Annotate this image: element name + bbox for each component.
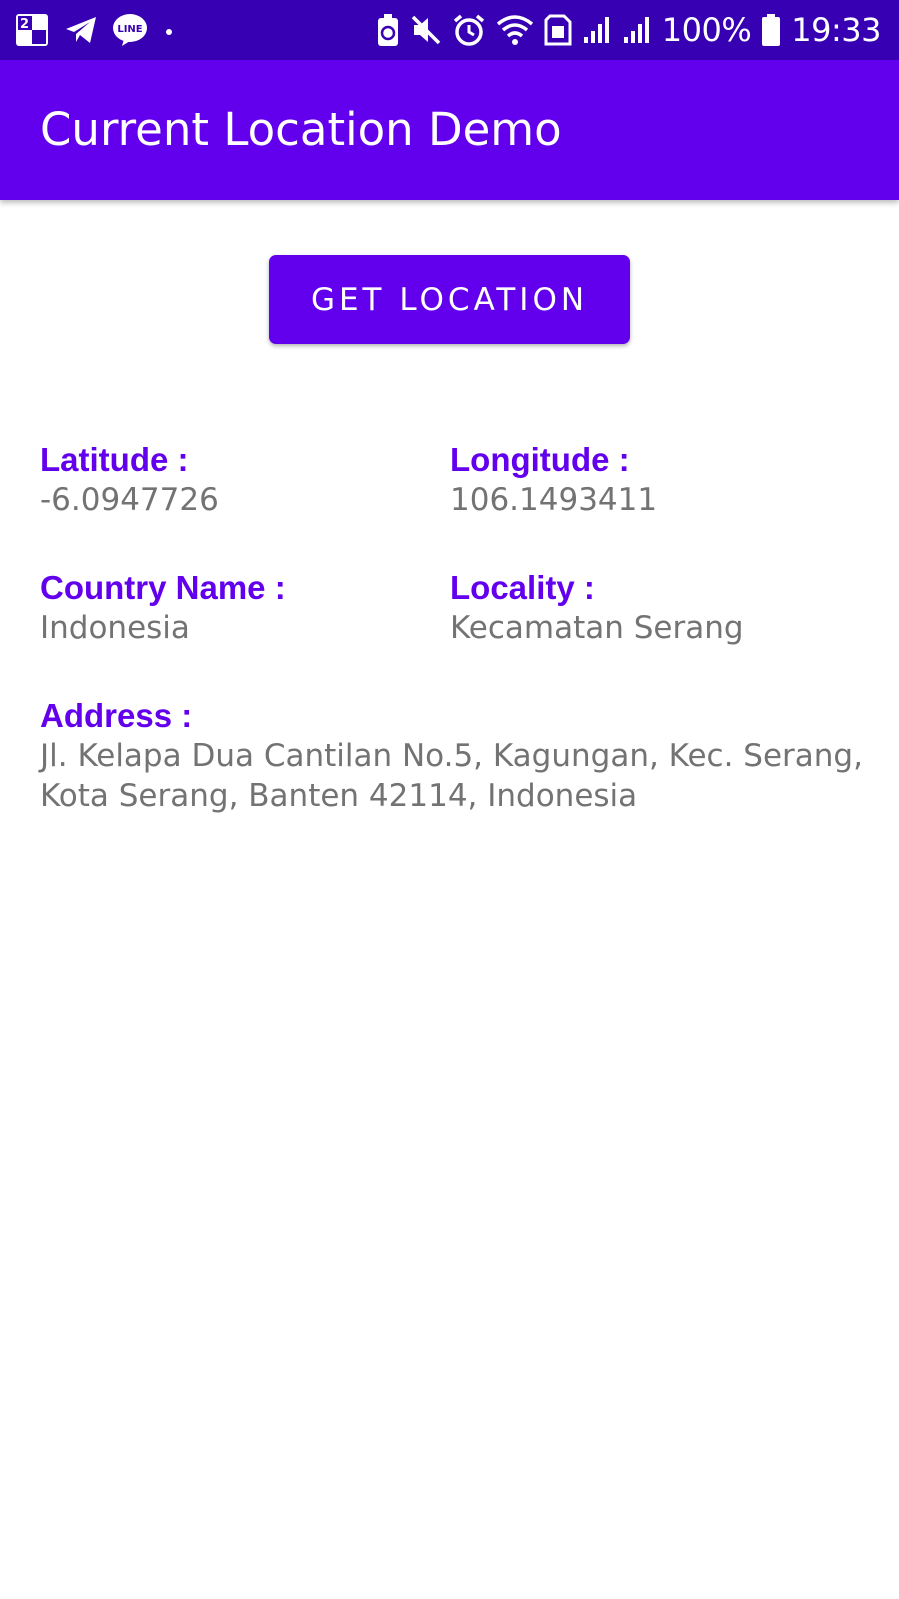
telegram-icon bbox=[64, 15, 98, 45]
battery-icon bbox=[761, 13, 781, 47]
sim-icon bbox=[544, 14, 572, 46]
calendar-badge: 2 bbox=[20, 17, 29, 32]
battery-percent: 100% bbox=[661, 11, 752, 49]
locality-label: Locality : bbox=[450, 569, 595, 606]
country-value: Indonesia bbox=[40, 610, 190, 646]
address-label: Address : bbox=[40, 697, 193, 734]
signal-icon bbox=[622, 15, 652, 45]
status-bar-right: 100% 19:33 bbox=[376, 8, 881, 52]
line-label: LINE bbox=[117, 24, 142, 35]
get-location-button[interactable]: GET LOCATION bbox=[269, 255, 630, 344]
alarm-icon bbox=[452, 13, 486, 47]
signal-icon bbox=[582, 15, 612, 45]
wifi-icon bbox=[496, 14, 534, 46]
longitude-field: Longitude : 106.1493411 bbox=[450, 440, 657, 520]
latitude-value: -6.0947726 bbox=[40, 482, 219, 518]
locality-value: Kecamatan Serang bbox=[450, 610, 744, 646]
dot-icon bbox=[162, 23, 176, 37]
app-bar: Current Location Demo bbox=[0, 60, 899, 200]
latitude-label: Latitude : bbox=[40, 441, 189, 478]
line-icon: LINE bbox=[112, 13, 148, 47]
latitude-field: Latitude : -6.0947726 bbox=[40, 440, 219, 520]
clock: 19:33 bbox=[791, 11, 881, 49]
battery-saver-icon bbox=[376, 13, 400, 47]
address-value: Jl. Kelapa Dua Cantilan No.5, Kagungan, … bbox=[40, 738, 863, 814]
longitude-value: 106.1493411 bbox=[450, 482, 658, 518]
locality-field: Locality : Kecamatan Serang bbox=[450, 568, 744, 648]
country-field: Country Name : Indonesia bbox=[40, 568, 286, 648]
country-label: Country Name : bbox=[40, 569, 286, 606]
calendar-icon: 2 bbox=[14, 12, 50, 48]
app-title: Current Location Demo bbox=[40, 103, 562, 156]
longitude-label: Longitude : bbox=[450, 441, 630, 478]
status-bar-left: 2 LINE bbox=[14, 10, 176, 50]
status-bar: 2 LINE 100% 19:33 bbox=[0, 0, 899, 60]
address-field: Address : Jl. Kelapa Dua Cantilan No.5, … bbox=[40, 696, 870, 816]
mute-icon bbox=[410, 14, 442, 46]
